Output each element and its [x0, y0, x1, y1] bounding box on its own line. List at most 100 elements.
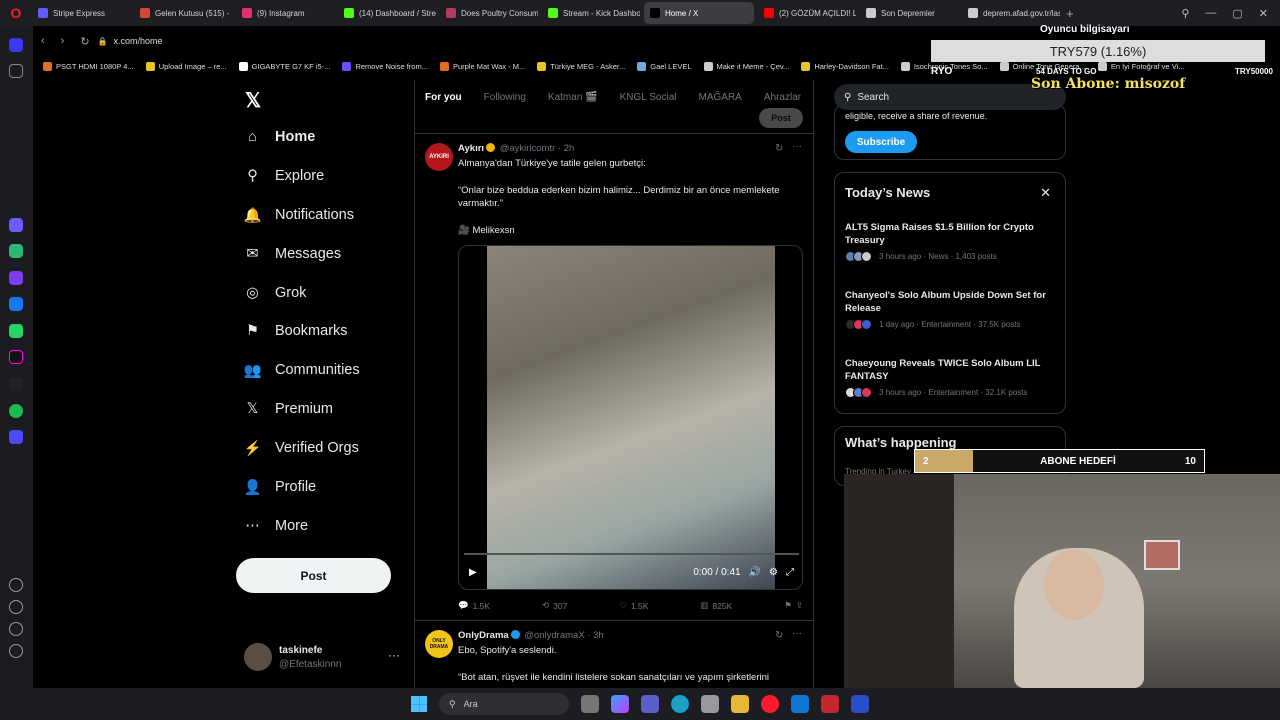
nav-notifications[interactable]: 🔔 Notifications — [243, 203, 354, 227]
heart-sidebar-icon[interactable] — [9, 578, 23, 592]
maximize-button[interactable]: ▢ — [1232, 7, 1242, 20]
like-button[interactable]: ♡ 1.5K — [619, 600, 648, 611]
bookmark-item[interactable]: Upload Image – re... — [145, 61, 227, 71]
browser-tab[interactable]: Son Depremler — [860, 2, 958, 24]
tweet-more-icon[interactable]: ··· — [792, 141, 802, 152]
taskbar-search[interactable]: ⚲ Ara — [439, 693, 569, 715]
browser-tab[interactable]: Stream - Kick Dashboard — [542, 2, 640, 24]
browser-tab[interactable]: deprem.afad.gov.tr/last- — [962, 2, 1060, 24]
back-icon[interactable]: ‹ — [41, 35, 45, 47]
timeline-tab[interactable]: Ahrazlar — [764, 92, 801, 103]
browser-tab[interactable]: (9) Instagram — [236, 2, 334, 24]
x-sidebar-icon[interactable] — [9, 377, 23, 391]
nav-messages[interactable]: ✉ Messages — [244, 242, 341, 266]
spotify-sidebar-icon[interactable] — [9, 404, 23, 418]
post-button[interactable]: Post — [236, 558, 391, 593]
avatar[interactable]: ONLY DRAMA — [425, 630, 453, 658]
timeline-tab[interactable]: MAĞARA — [699, 92, 742, 103]
repost-button[interactable]: ⟲ 307 — [542, 600, 567, 611]
tweet-author-name[interactable]: Aykırı — [458, 143, 484, 154]
nav-profile[interactable]: 👤 Profile — [243, 475, 316, 499]
browser-tab[interactable]: Home / X — [644, 2, 754, 24]
close-icon[interactable]: ✕ — [1040, 185, 1051, 201]
browser-tab[interactable]: Does Poultry Consumpti — [440, 2, 538, 24]
tweet-author-handle[interactable]: @onlydramaX · 3h — [524, 630, 603, 641]
opera-taskbar-icon[interactable] — [761, 695, 779, 713]
play-icon[interactable]: ▶ — [469, 567, 477, 578]
volume-icon[interactable]: 🔊 — [749, 567, 761, 578]
copilot-icon[interactable] — [611, 695, 629, 713]
timeline-tab[interactable]: Katman 🎬 — [548, 92, 598, 103]
history-sidebar-icon[interactable] — [9, 600, 23, 614]
video-frame[interactable] — [487, 246, 775, 589]
tweet-author-handle[interactable]: @aykiricomtr · 2h — [500, 143, 575, 154]
news-item[interactable]: ALT5 Sigma Raises $1.5 Billion for Crypt… — [845, 221, 1057, 262]
cs-sidebar-icon[interactable] — [9, 271, 23, 285]
compose-post-button[interactable]: Post — [759, 108, 803, 128]
store-icon[interactable] — [701, 695, 719, 713]
share-icon[interactable]: ⇪ — [796, 600, 803, 611]
x-logo-icon[interactable]: 𝕏 — [245, 88, 263, 112]
forward-icon[interactable]: › — [61, 35, 65, 47]
star-sidebar-icon[interactable] — [9, 64, 23, 78]
nav-explore[interactable]: ⚲ Explore — [244, 164, 324, 188]
url-field[interactable]: x.com/home — [114, 36, 163, 46]
browser-tab[interactable]: (14) Dashboard / Stream — [338, 2, 436, 24]
nav-bookmarks[interactable]: ⚑ Bookmarks — [244, 319, 348, 343]
file-explorer-icon[interactable] — [581, 695, 599, 713]
tweet-more-icon[interactable]: ··· — [792, 628, 802, 639]
bookmark-item[interactable]: Türkiye MEG - Asker... — [537, 61, 625, 71]
avatar[interactable]: AYKIRI — [425, 143, 453, 171]
opera-logo-icon[interactable]: O — [0, 0, 32, 26]
aria-sidebar-icon[interactable] — [9, 218, 23, 232]
edge-icon[interactable] — [671, 695, 689, 713]
nav-more[interactable]: ⋯ More — [244, 514, 308, 538]
bookmark-item[interactable]: Purple Mat Wax - M... — [439, 61, 525, 71]
reload-icon[interactable]: ↻ — [80, 35, 89, 48]
news-item[interactable]: Chanyeol's Solo Album Upside Down Set fo… — [845, 289, 1057, 330]
views-button[interactable]: ▥ 825K — [700, 600, 732, 611]
account-switcher[interactable]: taskinefe @Efetaskinnn ··· — [244, 643, 404, 673]
settings-icon[interactable]: ⚙ — [769, 567, 778, 578]
search-tabs-icon[interactable]: ⚲ — [1181, 7, 1189, 20]
browser-tab[interactable]: Stripe Express — [32, 2, 130, 24]
app-l-icon[interactable] — [851, 695, 869, 713]
bookmark-item[interactable]: En İyi Fotoğraf ve Vi... — [1097, 61, 1184, 71]
browser-tab[interactable]: Gelen Kutusu (515) - non — [134, 2, 232, 24]
news-item[interactable]: Chaeyoung Reveals TWICE Solo Album LIL F… — [845, 357, 1057, 398]
whatsapp-sidebar-icon[interactable] — [9, 324, 23, 338]
bookmark-item[interactable]: Make it Meme - Çev... — [703, 61, 789, 71]
teams-icon[interactable] — [641, 695, 659, 713]
player-sidebar-icon[interactable] — [9, 430, 23, 444]
tweet-author-name[interactable]: OnlyDrama — [458, 630, 509, 641]
bulb-sidebar-icon[interactable] — [9, 644, 23, 658]
bookmark-item[interactable]: GIGABYTE G7 KF i5-... — [238, 61, 330, 71]
reply-button[interactable]: 💬 1.5K — [458, 600, 490, 611]
bookmark-item[interactable]: Remove Noise from... — [342, 61, 428, 71]
new-tab-button[interactable]: + — [1060, 6, 1080, 21]
bookmark-item[interactable]: Harley-Davidson Fat... — [801, 61, 889, 71]
nav-verified-orgs[interactable]: ⚡ Verified Orgs — [243, 436, 358, 460]
grok-icon[interactable]: ↻ — [775, 143, 783, 154]
app-w-icon[interactable] — [821, 695, 839, 713]
nav-grok[interactable]: ◎ Grok — [244, 281, 306, 305]
fullscreen-icon[interactable]: ⤢ — [786, 567, 794, 578]
bookmark-button[interactable]: ⚑ ⇪ — [784, 600, 803, 611]
tiktok-sidebar-icon[interactable] — [9, 350, 23, 364]
grok-icon[interactable]: ↻ — [775, 630, 783, 641]
bookmark-item[interactable]: Gael LEVEL — [637, 61, 692, 71]
outlook-icon[interactable] — [791, 695, 809, 713]
nav-premium[interactable]: 𝕏 Premium — [244, 397, 333, 421]
nav-home[interactable]: ⌂ Home — [244, 125, 315, 149]
folder-icon[interactable] — [731, 695, 749, 713]
timeline-tab[interactable]: KNGL Social — [620, 92, 677, 103]
minimize-button[interactable]: — — [1205, 7, 1216, 20]
tweet-video[interactable]: ▶ 0:00 / 0:41 🔊 ⚙ ⤢ — [458, 245, 803, 590]
subscribe-button[interactable]: Subscribe — [845, 131, 917, 153]
bookmark-item[interactable]: PSGT HDMI 1080P 4... — [43, 61, 134, 71]
settings-sidebar-icon[interactable] — [9, 622, 23, 636]
chatgpt-sidebar-icon[interactable] — [9, 244, 23, 258]
messenger-sidebar-icon[interactable] — [9, 297, 23, 311]
timeline-tab[interactable]: For you — [425, 92, 462, 103]
close-window-button[interactable]: ✕ — [1259, 7, 1268, 20]
